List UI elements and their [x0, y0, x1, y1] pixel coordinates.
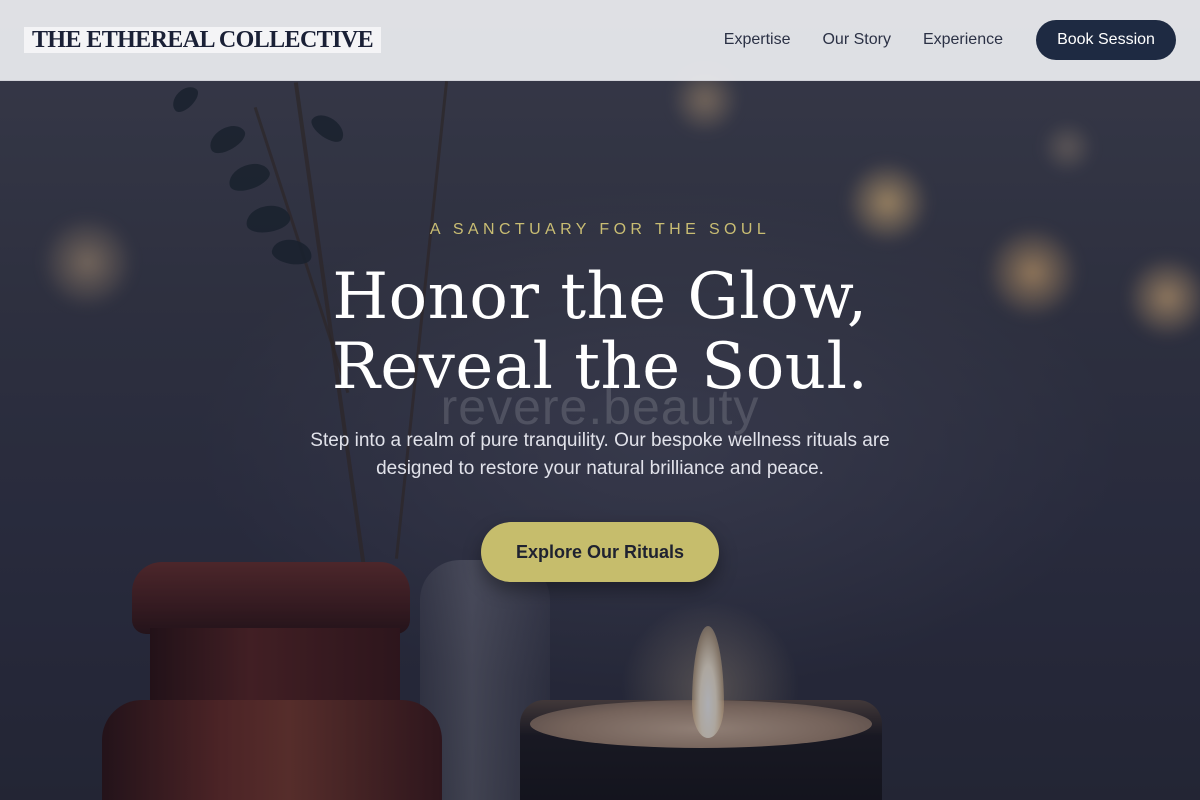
- hero-description: Step into a realm of pure tranquility. O…: [310, 430, 890, 479]
- headline-line-1: Honor the Glow,: [332, 260, 868, 334]
- hero-eyebrow: A SANCTUARY FOR THE SOUL: [429, 221, 771, 238]
- headline-line-2: Reveal the Soul.: [331, 330, 869, 404]
- top-navigation-bar: THE ETHEREAL COLLECTIVE Expertise Our St…: [0, 0, 1200, 81]
- explore-rituals-button[interactable]: Explore Our Rituals: [481, 522, 719, 582]
- nav-link-expertise[interactable]: Expertise: [724, 31, 791, 49]
- nav-link-our-story[interactable]: Our Story: [822, 31, 890, 49]
- hero-section: A SANCTUARY FOR THE SOUL revere.beauty H…: [0, 0, 1200, 800]
- nav-link-experience[interactable]: Experience: [923, 31, 1003, 49]
- book-session-button[interactable]: Book Session: [1036, 20, 1176, 60]
- nav-menu: Expertise Our Story Experience Book Sess…: [724, 20, 1176, 60]
- hero-headline: Honor the Glow, Reveal the Soul.: [0, 262, 1200, 402]
- brand-logo[interactable]: THE ETHEREAL COLLECTIVE: [24, 27, 381, 53]
